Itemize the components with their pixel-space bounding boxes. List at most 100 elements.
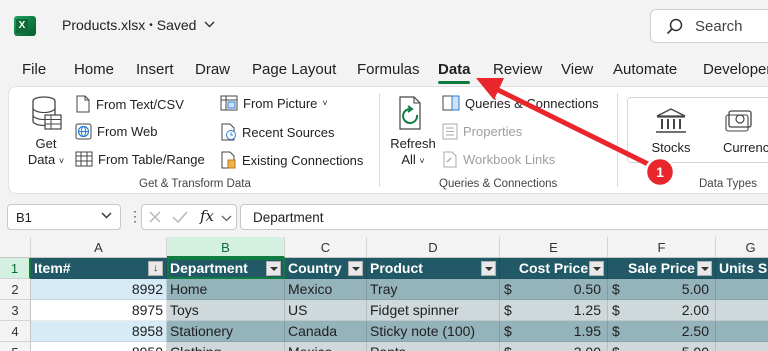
tab-draw[interactable]: Draw	[195, 61, 230, 78]
tab-insert[interactable]: Insert	[136, 61, 174, 78]
group-label-queries: Queries & Connections	[439, 178, 558, 190]
from-table-range-button[interactable]: From Table/Range	[75, 151, 205, 167]
cell-product[interactable]: Pants	[367, 342, 500, 351]
cell-department[interactable]: Home	[167, 279, 285, 300]
document-icon	[76, 95, 90, 113]
clock-document-icon	[221, 123, 236, 141]
column-header-b[interactable]: B	[167, 237, 285, 258]
cell-cost-price[interactable]: $1.25	[500, 300, 608, 321]
filter-dropdown-icon[interactable]	[481, 261, 496, 276]
column-header-f[interactable]: F	[608, 237, 716, 258]
recent-sources-button[interactable]: Recent Sources	[220, 123, 335, 141]
tab-review[interactable]: Review	[493, 61, 542, 78]
workbook-links-button[interactable]: Workbook Links	[442, 151, 555, 168]
header-cell-department[interactable]: Department	[167, 258, 285, 279]
header-cell-country[interactable]: Country	[285, 258, 367, 279]
cell-cost-price[interactable]: $3.00	[500, 342, 608, 351]
cell-country[interactable]: US	[285, 300, 367, 321]
get-data-button[interactable]: Get Data ˅	[23, 95, 69, 169]
formula-buttons: fx	[141, 204, 237, 230]
properties-button[interactable]: Properties	[442, 123, 522, 140]
tab-page-layout[interactable]: Page Layout	[252, 61, 336, 78]
link-document-icon	[443, 151, 457, 168]
cell-department[interactable]: Stationery	[167, 321, 285, 342]
cell-department[interactable]: Toys	[167, 300, 285, 321]
header-cell-product[interactable]: Product	[367, 258, 500, 279]
group-label-data-types: Data Types	[699, 178, 757, 190]
cell-item[interactable]: 8992	[31, 279, 167, 300]
row-header-5[interactable]: 5	[0, 342, 31, 351]
cell-cost-price[interactable]: $0.50	[500, 279, 608, 300]
stocks-button[interactable]: Stocks	[641, 107, 701, 156]
cell-country[interactable]: Canada	[285, 321, 367, 342]
cell-units[interactable]	[716, 321, 768, 342]
cell-product[interactable]: Tray	[367, 279, 500, 300]
row-header-2[interactable]: 2	[0, 279, 31, 300]
tab-view[interactable]: View	[561, 61, 593, 78]
filter-dropdown-icon[interactable]	[697, 261, 712, 276]
header-cell-sale-price[interactable]: Sale Price	[608, 258, 716, 279]
existing-connections-button[interactable]: Existing Connections	[220, 151, 363, 169]
from-picture-button[interactable]: From Picture ˅	[220, 95, 328, 111]
stocks-label: Stocks	[651, 140, 691, 155]
from-text-csv-button[interactable]: From Text/CSV	[75, 95, 184, 113]
more-options-icon[interactable]: ⋮	[128, 208, 142, 225]
row-header-1[interactable]: 1	[0, 258, 31, 279]
from-web-button[interactable]: From Web	[75, 123, 157, 140]
tab-formulas[interactable]: Formulas	[357, 61, 420, 78]
cell-item[interactable]: 8958	[31, 321, 167, 342]
row-header-4[interactable]: 4	[0, 321, 31, 342]
column-header-d[interactable]: D	[367, 237, 500, 258]
cell-sale-price[interactable]: $5.00	[608, 279, 716, 300]
cell-country[interactable]: Mexico	[285, 279, 367, 300]
sort-descending-icon[interactable]: ↓	[148, 261, 163, 276]
filter-dropdown-icon[interactable]	[589, 261, 604, 276]
tab-data[interactable]: Data	[438, 61, 471, 78]
enter-check-icon[interactable]	[172, 210, 188, 224]
cell-units[interactable]	[716, 279, 768, 300]
cell-sale-price[interactable]: $5.00	[608, 342, 716, 351]
currencies-button[interactable]: Currencies	[723, 107, 768, 156]
properties-icon	[442, 123, 458, 140]
queries-connections-button[interactable]: Queries & Connections	[442, 95, 599, 111]
cell-units[interactable]	[716, 342, 768, 351]
globe-icon	[75, 123, 92, 140]
header-cell-cost-price[interactable]: Cost Price	[500, 258, 608, 279]
column-header-e[interactable]: E	[500, 237, 608, 258]
cell-country[interactable]: Mexico	[285, 342, 367, 351]
header-cell-item[interactable]: Item# ↓	[31, 258, 167, 279]
filter-dropdown-icon[interactable]	[348, 261, 363, 276]
cell-sale-price[interactable]: $2.00	[608, 300, 716, 321]
tab-home[interactable]: Home	[74, 61, 114, 78]
refresh-all-button[interactable]: Refresh All ˅	[389, 95, 437, 169]
ribbon-separator	[379, 93, 380, 187]
name-box[interactable]: B1	[7, 204, 121, 230]
cell-units[interactable]	[716, 300, 768, 321]
column-header-c[interactable]: C	[285, 237, 367, 258]
cell-product[interactable]: Sticky note (100)	[367, 321, 500, 342]
bank-icon	[656, 108, 686, 133]
cell-item[interactable]: 8950	[31, 342, 167, 351]
cancel-icon[interactable]	[148, 210, 162, 224]
header-cell-units[interactable]: Units S	[716, 258, 768, 279]
row-header-3[interactable]: 3	[0, 300, 31, 321]
cell-product[interactable]: Fidget spinner	[367, 300, 500, 321]
insert-function-icon[interactable]: fx	[200, 207, 214, 225]
formula-input[interactable]: Department	[240, 204, 768, 230]
cell-department[interactable]: Clothing	[167, 342, 285, 351]
tab-automate[interactable]: Automate	[613, 61, 677, 78]
file-name: Products.xlsx	[62, 17, 146, 33]
filter-dropdown-icon[interactable]	[266, 261, 281, 276]
search-box[interactable]: Search	[650, 9, 768, 43]
cell-sale-price[interactable]: $2.50	[608, 321, 716, 342]
column-header-g[interactable]: G	[716, 237, 768, 258]
menu-tabs: File Home Insert Draw Page Layout Formul…	[0, 56, 768, 86]
select-all-corner[interactable]	[0, 237, 31, 258]
cell-item[interactable]: 8975	[31, 300, 167, 321]
tab-file[interactable]: File	[22, 61, 46, 78]
cell-cost-price[interactable]: $1.95	[500, 321, 608, 342]
chevron-down-icon[interactable]	[221, 209, 232, 227]
file-title[interactable]: Products.xlsx • Saved	[62, 17, 215, 33]
column-header-a[interactable]: A	[31, 237, 167, 258]
tab-developer[interactable]: Developer	[703, 61, 768, 78]
